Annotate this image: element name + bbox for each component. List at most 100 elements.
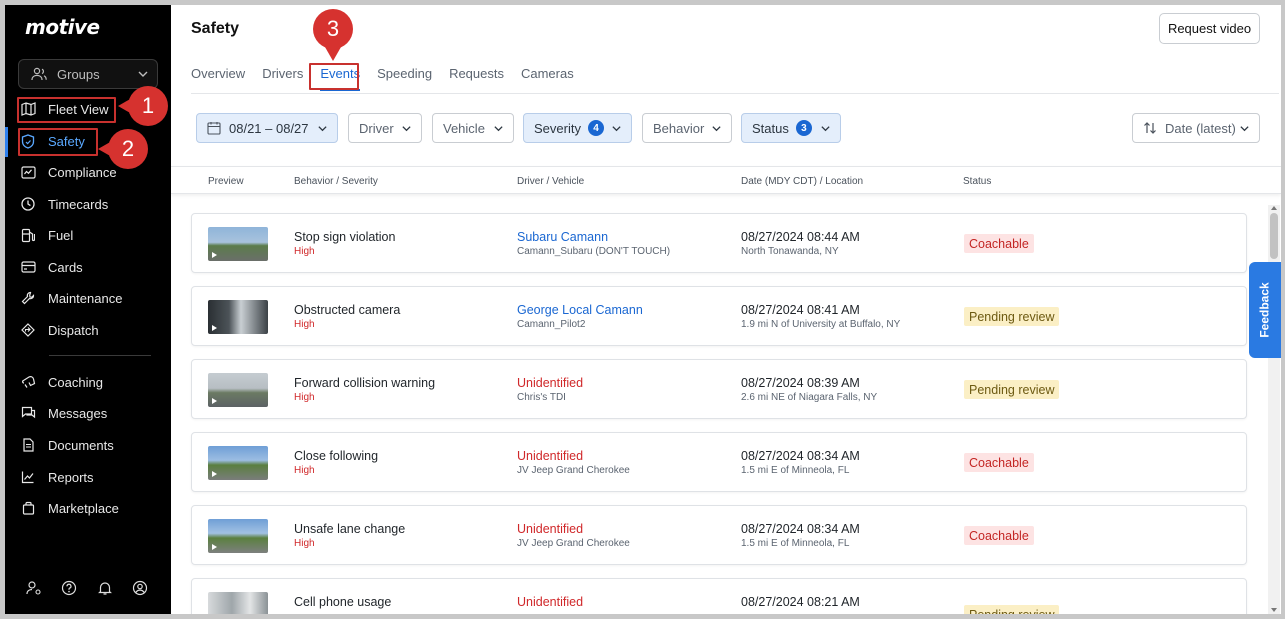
chevron-down-icon (821, 126, 830, 132)
column-header-behavior: Behavior / Severity (294, 176, 378, 187)
event-date: 08/27/2024 08:39 AM (741, 376, 860, 390)
vehicle-name: Camann_Pilot2 (517, 319, 586, 330)
annotation-number: 3 (326, 16, 340, 41)
sidebar-item-dispatch[interactable]: Dispatch (20, 318, 99, 342)
annotation-box-fleet-view (17, 97, 116, 123)
tab-bar: Overview Drivers Events Speeding Request… (191, 64, 591, 94)
event-behavior: Close following (294, 449, 379, 463)
chevron-down-icon (712, 126, 721, 132)
event-behavior: Cell phone usage (294, 595, 392, 609)
severity-filter[interactable]: Severity 4 (523, 113, 632, 143)
play-icon (212, 398, 217, 404)
sidebar-item-label: Fuel (48, 227, 74, 243)
driver-link[interactable]: Subaru Camann (517, 230, 608, 244)
sidebar-item-maintenance[interactable]: Maintenance (20, 286, 122, 310)
driver-unidentified[interactable]: Unidentified (517, 595, 583, 609)
sidebar-item-fuel[interactable]: Fuel (20, 223, 73, 247)
sort-dropdown[interactable]: Date (latest) (1132, 113, 1260, 143)
sidebar-item-timecards[interactable]: Timecards (20, 192, 108, 216)
vehicle-name: JV Jeep Grand Cherokee (517, 538, 630, 549)
sidebar-item-label: Maintenance (48, 290, 123, 306)
table-row[interactable]: Stop sign violation High Subaru Camann C… (191, 213, 1247, 273)
driver-unidentified[interactable]: Unidentified (517, 522, 583, 536)
sidebar-item-coaching[interactable]: Coaching (20, 370, 103, 394)
event-date: 08/27/2024 08:34 AM (741, 449, 860, 463)
sidebar-item-compliance[interactable]: Compliance (20, 160, 117, 184)
sidebar-item-label: Marketplace (48, 500, 119, 516)
video-thumbnail[interactable] (208, 227, 268, 261)
tab-requests[interactable]: Requests (449, 64, 504, 92)
scroll-up-icon[interactable] (1271, 206, 1277, 210)
event-severity: High (294, 319, 315, 330)
sort-icon (1144, 122, 1156, 134)
event-location: 1.5 mi E of Minneola, FL (741, 465, 850, 476)
event-severity: High (294, 538, 315, 549)
event-severity: High (294, 465, 315, 476)
bell-icon[interactable] (97, 580, 115, 598)
video-thumbnail[interactable] (208, 592, 268, 614)
sidebar-item-label: Timecards (48, 196, 109, 212)
feedback-button[interactable]: Feedback (1249, 262, 1281, 358)
tab-overview[interactable]: Overview (191, 64, 245, 92)
user-settings-icon[interactable] (26, 580, 44, 598)
dispatch-icon (20, 322, 36, 338)
driver-unidentified[interactable]: Unidentified (517, 376, 583, 390)
chevron-down-icon (138, 71, 148, 77)
scroll-down-icon[interactable] (1271, 608, 1277, 612)
behavior-filter-label: Behavior (653, 120, 705, 136)
status-badge: Pending review (964, 307, 1060, 326)
bag-icon (20, 500, 36, 516)
vehicle-filter[interactable]: Vehicle (432, 113, 514, 143)
sort-label: Date (latest) (1165, 120, 1236, 136)
annotation-badge-2: 2 (98, 129, 148, 169)
status-badge: Pending review (964, 380, 1060, 399)
sidebar-item-label: Cards (48, 259, 83, 275)
driver-unidentified[interactable]: Unidentified (517, 449, 583, 463)
sidebar-item-label: Coaching (48, 374, 103, 390)
play-icon (212, 325, 217, 331)
status-badge: Pending review (964, 605, 1060, 614)
video-thumbnail[interactable] (208, 373, 268, 407)
event-location: North Tonawanda, NY (741, 246, 839, 257)
tab-speeding[interactable]: Speeding (377, 64, 432, 92)
groups-dropdown[interactable]: Groups (18, 59, 158, 89)
table-row[interactable]: Cell phone usage Unidentified 08/27/2024… (191, 578, 1247, 614)
video-thumbnail[interactable] (208, 446, 268, 480)
date-range-label: 08/21 – 08/27 (229, 120, 309, 136)
sidebar-item-label: Documents (48, 437, 114, 453)
tab-drivers[interactable]: Drivers (262, 64, 303, 92)
table-header: Preview Behavior / Severity Driver / Veh… (171, 166, 1281, 194)
status-filter[interactable]: Status 3 (741, 113, 841, 143)
sidebar-item-marketplace[interactable]: Marketplace (20, 496, 119, 520)
play-icon (212, 544, 217, 550)
status-badge: Coachable (964, 234, 1034, 253)
account-icon[interactable] (132, 580, 150, 598)
vehicle-name: JV Jeep Grand Cherokee (517, 465, 630, 476)
help-icon[interactable] (61, 580, 79, 598)
video-thumbnail[interactable] (208, 519, 268, 553)
compliance-icon (20, 164, 36, 180)
date-range-filter[interactable]: 08/21 – 08/27 (196, 113, 338, 143)
chevron-down-icon (494, 126, 503, 132)
sidebar-item-documents[interactable]: Documents (20, 433, 114, 457)
sidebar-item-label: Reports (48, 469, 94, 485)
driver-filter[interactable]: Driver (348, 113, 422, 143)
sidebar-item-label: Dispatch (48, 322, 99, 338)
sidebar-item-messages[interactable]: Messages (20, 401, 107, 425)
table-row[interactable]: Obstructed camera High George Local Cama… (191, 286, 1247, 346)
motive-logo[interactable]: motive (25, 15, 100, 39)
card-icon (20, 259, 36, 275)
video-thumbnail[interactable] (208, 300, 268, 334)
annotation-number: 1 (141, 93, 155, 118)
tab-cameras[interactable]: Cameras (521, 64, 574, 92)
table-row[interactable]: Unsafe lane change High Unidentified JV … (191, 505, 1247, 565)
request-video-button[interactable]: Request video (1159, 13, 1260, 44)
tabs-divider (191, 93, 1279, 94)
scroll-thumb[interactable] (1270, 213, 1278, 259)
sidebar-item-reports[interactable]: Reports (20, 465, 94, 489)
table-row[interactable]: Close following High Unidentified JV Jee… (191, 432, 1247, 492)
driver-link[interactable]: George Local Camann (517, 303, 643, 317)
behavior-filter[interactable]: Behavior (642, 113, 732, 143)
table-row[interactable]: Forward collision warning High Unidentif… (191, 359, 1247, 419)
sidebar-item-cards[interactable]: Cards (20, 255, 83, 279)
